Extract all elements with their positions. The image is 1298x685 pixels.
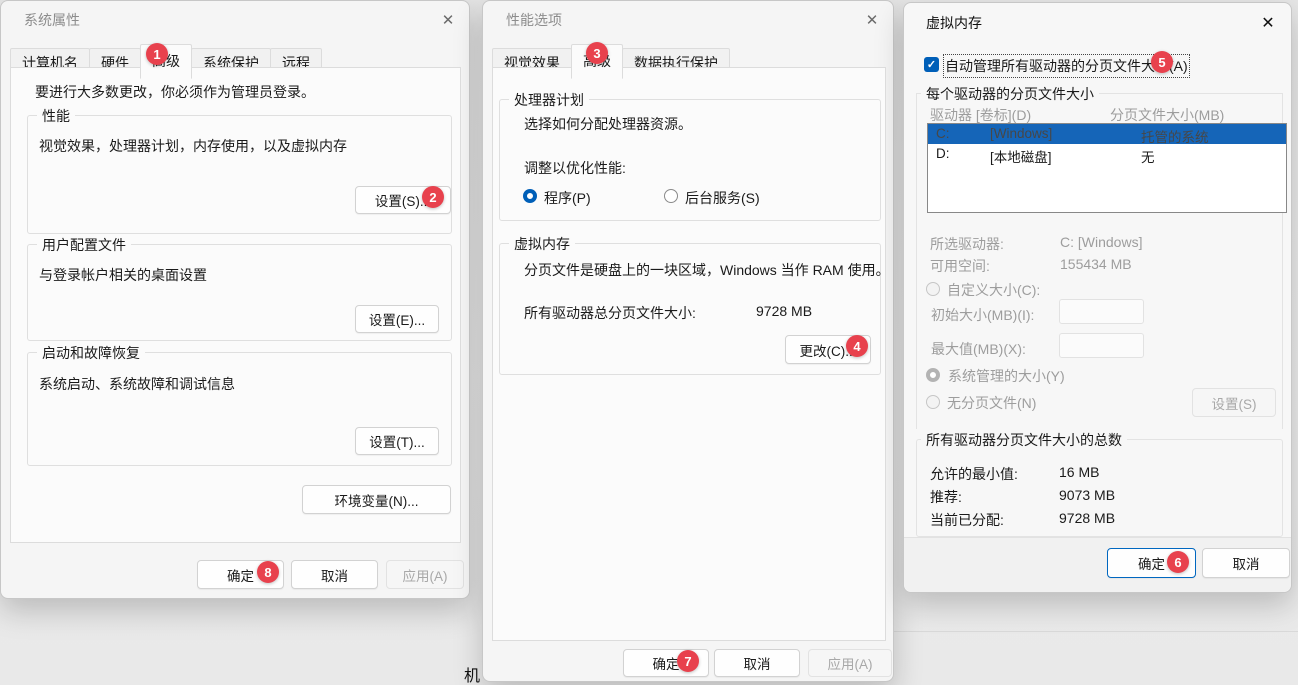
processor-group-title: 处理器计划	[509, 90, 589, 110]
max-size-label: 最大值(MB)(X):	[931, 339, 1026, 359]
step-badge-1: 1	[146, 43, 168, 65]
radio-programs[interactable]	[523, 189, 537, 203]
step-badge-2: 2	[422, 186, 444, 208]
cancel-button[interactable]: 取消	[1202, 548, 1290, 578]
close-icon[interactable]: ✕	[435, 7, 461, 33]
drive-letter: C:	[936, 126, 950, 141]
user-profiles-desc: 与登录帐户相关的桌面设置	[39, 265, 207, 285]
pagefile-size: 无	[1141, 146, 1155, 166]
volume-label: [Windows]	[990, 126, 1052, 141]
processor-scheduling-group: 处理器计划 选择如何分配处理器资源。 调整以优化性能: 程序(P) 后台服务(S…	[499, 99, 881, 221]
apply-button[interactable]: 应用(A)	[808, 649, 892, 677]
column-header-drive: 驱动器 [卷标](D)	[930, 105, 1031, 125]
drive-letter: D:	[936, 146, 950, 161]
allocated-label: 当前已分配:	[930, 510, 1004, 530]
selected-drive-value: C: [Windows]	[1060, 234, 1142, 250]
performance-group: 性能 视觉效果，处理器计划，内存使用，以及虚拟内存 设置(S)...	[27, 115, 452, 234]
startup-recovery-desc: 系统启动、系统故障和调试信息	[39, 374, 235, 394]
apply-button[interactable]: 应用(A)	[386, 560, 464, 589]
max-size-input[interactable]	[1059, 333, 1144, 358]
advanced-tab-page: 处理器计划 选择如何分配处理器资源。 调整以优化性能: 程序(P) 后台服务(S…	[492, 67, 886, 641]
cancel-button[interactable]: 取消	[291, 560, 378, 589]
virtual-memory-group: 虚拟内存 分页文件是硬盘上的一块区域，Windows 当作 RAM 使用。 所有…	[499, 243, 881, 375]
step-badge-7: 7	[677, 650, 699, 672]
radio-system-managed-label[interactable]: 系统管理的大小(Y)	[948, 366, 1065, 386]
processor-desc: 选择如何分配处理器资源。	[524, 114, 692, 134]
drive-row-c[interactable]: C: [Windows] 托管的系统	[928, 124, 1286, 144]
virtual-memory-dialog: 虚拟内存 ✕ ✓ 自动管理所有驱动器的分页文件大小(A) 每个驱动器的分页文件大…	[903, 2, 1292, 593]
radio-custom-size-label[interactable]: 自定义大小(C):	[947, 280, 1040, 300]
radio-programs-label[interactable]: 程序(P)	[544, 188, 591, 208]
allocated-value: 9728 MB	[1059, 510, 1115, 526]
step-badge-5: 5	[1151, 51, 1173, 73]
recommended-value: 9073 MB	[1059, 487, 1115, 503]
checkmark-icon: ✓	[927, 58, 936, 71]
step-badge-6: 6	[1167, 551, 1189, 573]
vm-desc: 分页文件是硬盘上的一块区域，Windows 当作 RAM 使用。	[524, 260, 890, 280]
user-profiles-settings-button[interactable]: 设置(E)...	[355, 305, 439, 333]
performance-group-title: 性能	[37, 106, 75, 126]
min-allowed-value: 16 MB	[1059, 464, 1099, 480]
pagefile-size: 托管的系统	[1141, 126, 1209, 146]
radio-background-services-label[interactable]: 后台服务(S)	[685, 188, 760, 208]
column-header-size: 分页文件大小(MB)	[1110, 105, 1224, 125]
available-space-value: 155434 MB	[1060, 256, 1132, 272]
background-text-fragment: 机	[464, 662, 480, 685]
adjust-label: 调整以优化性能:	[524, 158, 626, 178]
radio-custom-size[interactable]	[926, 282, 940, 296]
environment-variables-button[interactable]: 环境变量(N)...	[302, 485, 451, 514]
recommended-label: 推荐:	[930, 487, 962, 507]
available-space-label: 可用空间:	[930, 256, 990, 276]
performance-desc: 视觉效果，处理器计划，内存使用，以及虚拟内存	[39, 136, 347, 156]
radio-no-paging[interactable]	[926, 395, 940, 409]
background-window-edge	[893, 631, 1298, 632]
volume-label: [本地磁盘]	[990, 146, 1052, 166]
advanced-tab-page: 要进行大多数更改，你必须作为管理员登录。 性能 视觉效果，处理器计划，内存使用，…	[10, 67, 461, 543]
user-profiles-group: 用户配置文件 与登录帐户相关的桌面设置 设置(E)...	[27, 244, 452, 341]
total-pagefile-value: 9728 MB	[756, 303, 812, 319]
radio-no-paging-label[interactable]: 无分页文件(N)	[947, 393, 1036, 413]
initial-size-input[interactable]	[1059, 299, 1144, 324]
auto-manage-checkbox[interactable]: ✓	[924, 57, 939, 72]
startup-recovery-group-title: 启动和故障恢复	[37, 343, 145, 363]
performance-options-dialog: 性能选项 ✕ 视觉效果 高级 数据执行保护 处理器计划 选择如何分配处理器资源。…	[482, 0, 894, 682]
totals-group-title: 所有驱动器分页文件大小的总数	[921, 430, 1127, 450]
step-badge-8: 8	[257, 561, 279, 583]
per-drive-group-title: 每个驱动器的分页文件大小	[921, 84, 1099, 104]
radio-background-services[interactable]	[664, 189, 678, 203]
dialog-title: 性能选项	[506, 10, 562, 30]
close-icon[interactable]: ✕	[859, 7, 885, 33]
total-pagefile-label: 所有驱动器总分页文件大小:	[524, 303, 696, 323]
system-properties-dialog: 系统属性 ✕ 计算机名 硬件 高级 系统保护 远程 要进行大多数更改，你必须作为…	[0, 0, 470, 599]
min-allowed-label: 允许的最小值:	[930, 464, 1018, 484]
user-profiles-group-title: 用户配置文件	[37, 235, 131, 255]
radio-system-managed[interactable]	[926, 368, 940, 382]
startup-recovery-group: 启动和故障恢复 系统启动、系统故障和调试信息 设置(T)...	[27, 352, 452, 466]
admin-note: 要进行大多数更改，你必须作为管理员登录。	[35, 82, 315, 102]
selected-drive-label: 所选驱动器:	[930, 234, 1004, 254]
per-drive-group: 每个驱动器的分页文件大小 驱动器 [卷标](D) 分页文件大小(MB) C: […	[916, 93, 1283, 429]
vm-group-title: 虚拟内存	[509, 234, 575, 254]
dialog-title: 虚拟内存	[926, 13, 982, 33]
step-badge-3: 3	[586, 42, 608, 64]
totals-group: 所有驱动器分页文件大小的总数 允许的最小值: 16 MB 推荐: 9073 MB…	[916, 439, 1283, 537]
set-button[interactable]: 设置(S)	[1192, 388, 1276, 417]
drive-list: C: [Windows] 托管的系统 D: [本地磁盘] 无	[927, 123, 1287, 213]
desktop: 机 系统属性 ✕ 计算机名 硬件 高级 系统保护 远程 要进行大多数更改，你必须…	[0, 0, 1298, 685]
initial-size-label: 初始大小(MB)(I):	[931, 305, 1034, 325]
step-badge-4: 4	[846, 335, 868, 357]
cancel-button[interactable]: 取消	[714, 649, 800, 677]
startup-settings-button[interactable]: 设置(T)...	[355, 427, 439, 455]
close-icon[interactable]: ✕	[1255, 10, 1281, 36]
drive-row-d[interactable]: D: [本地磁盘] 无	[928, 144, 1286, 164]
dialog-title: 系统属性	[24, 10, 80, 30]
